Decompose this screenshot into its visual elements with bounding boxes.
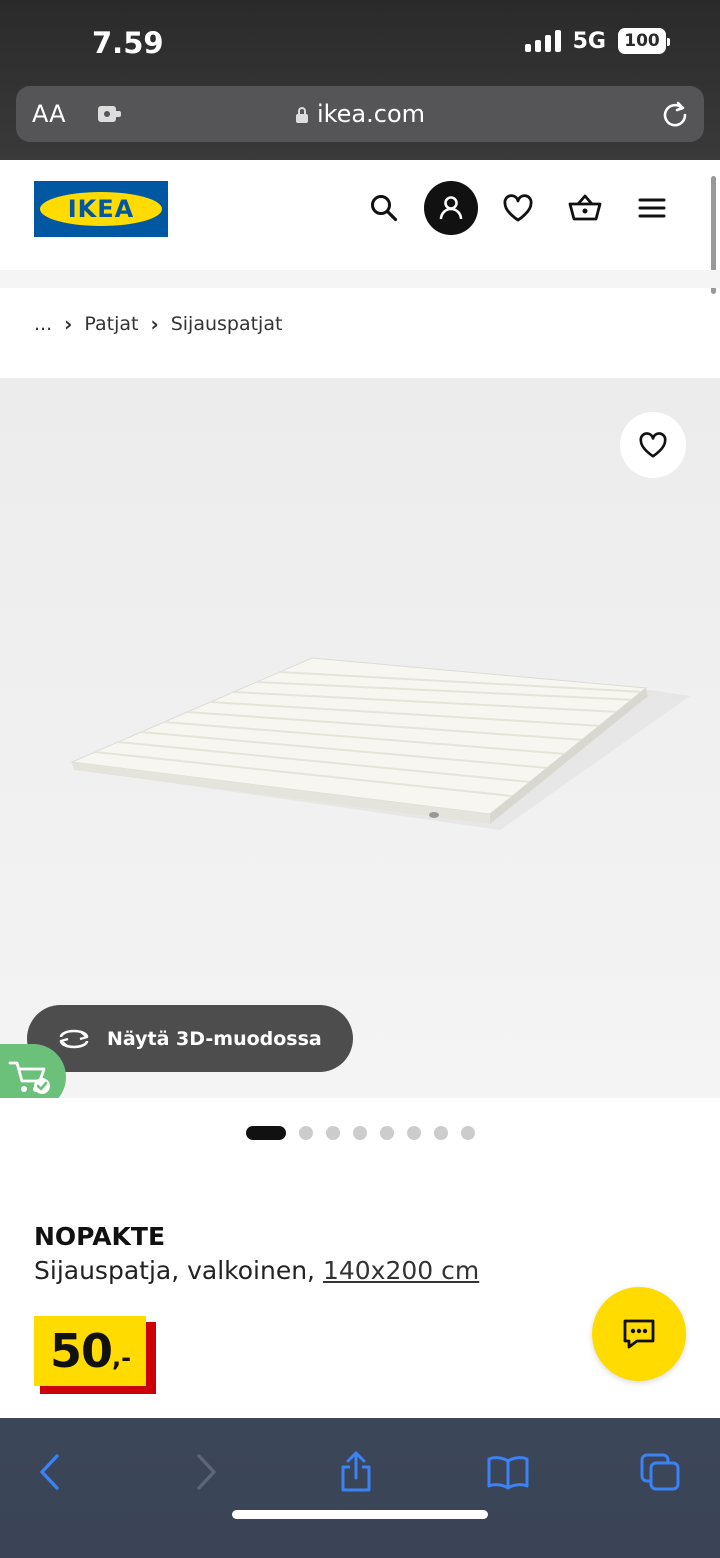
tabs-icon (640, 1453, 680, 1491)
tabs-button[interactable] (630, 1444, 690, 1500)
rotate-3d-icon (59, 1029, 89, 1048)
product-photo-mattress-topper (0, 378, 720, 1098)
forward-button[interactable] (176, 1444, 236, 1500)
search-icon[interactable] (356, 180, 412, 236)
chevron-right-icon: › (150, 312, 159, 336)
product-type-text: Sijauspatja, valkoinen, (34, 1256, 323, 1285)
add-to-favourites-button[interactable] (620, 412, 686, 478)
logo-text: IKEA (40, 192, 162, 226)
carousel-dot[interactable] (380, 1126, 394, 1140)
battery-level: 100 (624, 31, 660, 51)
view-in-3d-label: Näytä 3D-muodossa (107, 1027, 322, 1050)
favourites-heart-icon[interactable] (490, 180, 546, 236)
back-button[interactable] (20, 1444, 80, 1500)
chevron-right-icon (197, 1454, 216, 1490)
url-text: ikea.com (316, 100, 426, 128)
price-tag: 50 ,- (34, 1316, 156, 1394)
ikea-logo[interactable]: IKEA (34, 181, 168, 237)
url-display[interactable]: ikea.com (16, 100, 704, 130)
breadcrumb-item-patjat[interactable]: Patjat (84, 313, 138, 335)
carousel-indicator (246, 1126, 475, 1140)
breadcrumb-ellipsis[interactable]: ... (34, 313, 52, 335)
chat-support-button[interactable] (592, 1287, 686, 1381)
carousel-dot[interactable] (434, 1126, 448, 1140)
ios-status-and-url-area: 7.59 5G 100 AA ikea.com (0, 0, 720, 160)
share-button[interactable] (326, 1444, 386, 1500)
heart-icon (639, 432, 667, 458)
cart-check-icon (8, 1061, 50, 1094)
carousel-dot-active[interactable] (246, 1126, 286, 1140)
share-icon (341, 1451, 371, 1492)
breadcrumb-item-sijauspatjat[interactable]: Sijauspatjat (171, 313, 283, 335)
view-in-3d-button[interactable]: Näytä 3D-muodossa (27, 1005, 353, 1072)
lock-icon (295, 102, 309, 130)
carousel-dot[interactable] (299, 1126, 313, 1140)
reload-icon[interactable] (660, 99, 690, 133)
price-integer: 50 (50, 1324, 113, 1378)
carousel-dot[interactable] (407, 1126, 421, 1140)
chevron-right-icon: › (64, 312, 73, 336)
network-type: 5G (572, 28, 606, 54)
product-image-carousel[interactable]: Näytä 3D-muodossa (0, 378, 720, 1098)
breadcrumb: ... › Patjat › Sijauspatjat (34, 312, 282, 336)
safari-toolbar (0, 1418, 720, 1558)
home-indicator[interactable] (232, 1510, 488, 1519)
chevron-left-icon (40, 1454, 59, 1490)
product-description: Sijauspatja, valkoinen, 140x200 cm (34, 1256, 479, 1285)
chat-bubble-icon (623, 1319, 655, 1349)
book-icon (487, 1456, 529, 1490)
header-divider (0, 270, 720, 288)
price-decimal: ,- (112, 1344, 132, 1372)
site-header: IKEA (0, 160, 720, 270)
address-bar[interactable]: AA ikea.com (16, 86, 704, 142)
shopping-basket-icon[interactable] (557, 180, 613, 236)
bookmarks-button[interactable] (478, 1444, 538, 1500)
cellular-signal-icon (524, 30, 561, 52)
product-size-link[interactable]: 140x200 cm (323, 1256, 479, 1285)
battery-icon: 100 (618, 28, 670, 54)
carousel-dot[interactable] (326, 1126, 340, 1140)
user-account-icon[interactable] (424, 181, 478, 235)
carousel-dot[interactable] (461, 1126, 475, 1140)
product-name: NOPAKTE (34, 1222, 166, 1251)
status-time: 7.59 (92, 26, 164, 60)
carousel-dot[interactable] (353, 1126, 367, 1140)
status-indicators: 5G 100 (524, 28, 670, 54)
price-box: 50 ,- (34, 1316, 146, 1386)
menu-hamburger-icon[interactable] (624, 180, 680, 236)
